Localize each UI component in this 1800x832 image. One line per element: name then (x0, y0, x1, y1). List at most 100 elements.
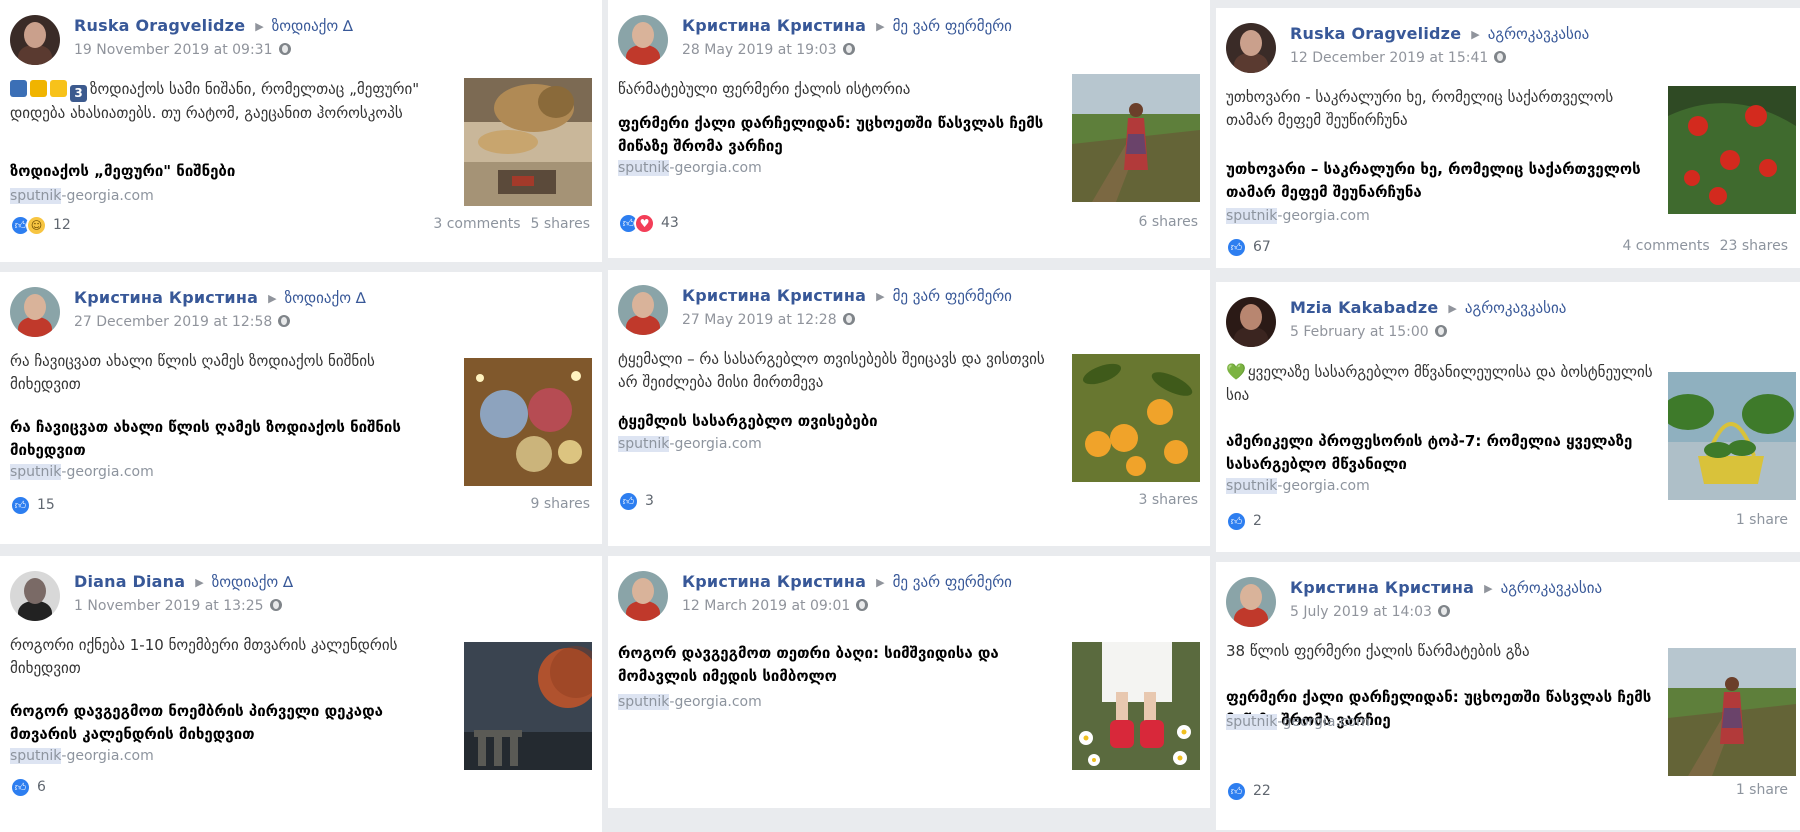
post-stats: 4 comments 23 shares (1622, 238, 1788, 254)
globe-icon (1434, 325, 1447, 337)
group-name-link[interactable]: მე ვარ ფერმერი (893, 17, 1012, 35)
link-headline[interactable]: ამერიკელი პროფესორის ტოპ-7: რომელია ყველ… (1226, 430, 1666, 476)
share-arrow-icon: ▶ (876, 576, 885, 589)
reactions-summary[interactable]: 👍︎ 22 (1226, 780, 1271, 802)
shares-count-link[interactable]: 6 shares (1139, 214, 1198, 230)
author-name-link[interactable]: Кристина Кристина (74, 288, 258, 307)
post-header: Кристина Кристина ▶ მე ვარ ფერმერი (682, 286, 1198, 310)
group-name-link[interactable]: ზოდიაქო ∆ (272, 17, 353, 35)
group-name-link[interactable]: აგროკავკასია (1501, 579, 1603, 597)
post-stats: 6 shares (1139, 214, 1198, 230)
reactions-summary[interactable]: 👍︎ 2 (1226, 510, 1262, 532)
reaction-count: 22 (1253, 783, 1271, 799)
author-name-link[interactable]: Mzia Kakabadze (1290, 298, 1438, 317)
avatar[interactable] (1226, 23, 1276, 73)
avatar[interactable] (1226, 297, 1276, 347)
author-name-link[interactable]: Кристина Кристина (682, 286, 866, 305)
reactions-summary[interactable]: 👍︎ 67 (1226, 236, 1271, 258)
comments-count-link[interactable]: 4 comments (1622, 238, 1709, 254)
comments-count-link[interactable]: 3 comments (433, 216, 520, 232)
avatar[interactable] (10, 15, 60, 65)
author-name-link[interactable]: Ruska Oragvelidze (1290, 24, 1461, 43)
reactions-summary[interactable]: 👍︎ ☺ 12 (10, 214, 71, 236)
link-headline[interactable]: ზოდიაქოს „მეფური" ნიშნები (10, 160, 450, 183)
post-text: უთხოვარი - საკრალური ხე, რომელიც საქართვ… (1226, 86, 1656, 132)
post-card: Mzia Kakabadze ▶ აგროკავკასია 5 February at… (1216, 282, 1800, 552)
red-sneakers-daisies-image (1072, 642, 1200, 770)
link-domain[interactable]: sputnik-georgia.com (1226, 478, 1370, 494)
link-headline[interactable]: ფერმერი ქალი დარჩელიდან: უცხოეთში წასვლა… (618, 112, 1058, 158)
link-headline[interactable]: როგორ დავგეგმოთ თეთრი ბაღი: სიმშვიდისა დ… (618, 642, 1058, 688)
link-thumbnail[interactable] (1668, 86, 1796, 214)
domain-highlight: sputnik (1226, 478, 1278, 494)
avatar[interactable] (10, 287, 60, 337)
domain-rest: -georgia.com (669, 694, 762, 710)
link-thumbnail[interactable] (1668, 648, 1796, 776)
domain-rest: -georgia.com (1277, 478, 1370, 494)
shares-count-link[interactable]: 1 share (1736, 512, 1788, 528)
group-name-link[interactable]: აგროკავკასია (1465, 299, 1567, 317)
link-domain[interactable]: sputnik-georgia.com (618, 694, 762, 710)
number-badge-icon: 3 (70, 85, 87, 102)
link-domain[interactable]: sputnik-georgia.com (10, 188, 154, 204)
crown-icon (30, 80, 47, 97)
link-thumbnail[interactable] (464, 78, 592, 206)
group-name-link[interactable]: ზოდიაქო ∆ (285, 289, 366, 307)
author-name-link[interactable]: Кристина Кристина (682, 572, 866, 591)
post-header: Mzia Kakabadze ▶ აგროკავკასია (1290, 298, 1788, 322)
author-name-link[interactable]: Кристина Кристина (682, 16, 866, 35)
shares-count-link[interactable]: 5 shares (531, 216, 590, 232)
avatar[interactable] (618, 571, 668, 621)
link-domain[interactable]: sputnik-georgia.com (618, 436, 762, 452)
link-thumbnail[interactable] (464, 642, 592, 770)
link-headline[interactable]: უთხოვარი – საკრალური ხე, რომელიც საქართვ… (1226, 158, 1666, 204)
author-name-link[interactable]: Diana Diana (74, 572, 185, 591)
author-name-link[interactable]: Ruska Oragvelidze (74, 16, 245, 35)
reactions-summary[interactable]: 👍︎ 6 (10, 776, 46, 798)
avatar[interactable] (1226, 577, 1276, 627)
group-name-link[interactable]: აგროკავკასია (1488, 25, 1590, 43)
reactions-summary[interactable]: 👍︎ 15 (10, 494, 55, 516)
shares-count-link[interactable]: 9 shares (531, 496, 590, 512)
shares-count-link[interactable]: 23 shares (1720, 238, 1788, 254)
post-timestamp[interactable]: 5 July 2019 at 14:03 (1290, 604, 1432, 620)
avatar-body (1234, 607, 1268, 627)
shares-count-link[interactable]: 3 shares (1139, 492, 1198, 508)
post-timestamp[interactable]: 1 November 2019 at 13:25 (74, 598, 264, 614)
avatar[interactable] (10, 571, 60, 621)
share-arrow-icon: ▶ (1448, 302, 1457, 315)
link-domain[interactable]: sputnik-georgia.com (618, 160, 762, 176)
reactions-summary[interactable]: 👍︎ ♥ 43 (618, 212, 679, 234)
group-name-link[interactable]: მე ვარ ფერმერი (893, 287, 1012, 305)
reactions-summary[interactable]: 👍︎ 3 (618, 490, 654, 512)
link-thumbnail[interactable] (464, 358, 592, 486)
avatar[interactable] (618, 15, 668, 65)
post-meta: 1 November 2019 at 13:25 (74, 598, 282, 616)
shares-count-link[interactable]: 1 share (1736, 782, 1788, 798)
post-timestamp[interactable]: 12 March 2019 at 09:01 (682, 598, 850, 614)
author-name-link[interactable]: Кристина Кристина (1290, 578, 1474, 597)
link-headline[interactable]: ტყემლის სასარგებლო თვისებები (618, 410, 1058, 433)
group-name-link[interactable]: ზოდიაქო ∆ (212, 573, 293, 591)
share-arrow-icon: ▶ (876, 290, 885, 303)
post-timestamp[interactable]: 27 December 2019 at 12:58 (74, 314, 272, 330)
link-domain[interactable]: sputnik-georgia.com (1226, 714, 1370, 730)
post-timestamp[interactable]: 28 May 2019 at 19:03 (682, 42, 837, 58)
share-arrow-icon: ▶ (255, 20, 264, 33)
link-headline[interactable]: რა ჩავიცვათ ახალი წლის ღამეს ზოდიაქოს ნი… (10, 416, 450, 462)
link-domain[interactable]: sputnik-georgia.com (10, 748, 154, 764)
link-thumbnail[interactable] (1072, 354, 1200, 482)
post-timestamp[interactable]: 5 February at 15:00 (1290, 324, 1429, 340)
group-name-link[interactable]: მე ვარ ფერმერი (893, 573, 1012, 591)
link-thumbnail[interactable] (1072, 642, 1200, 770)
post-timestamp[interactable]: 12 December 2019 at 15:41 (1290, 50, 1488, 66)
link-thumbnail[interactable] (1072, 74, 1200, 202)
link-domain[interactable]: sputnik-georgia.com (1226, 208, 1370, 224)
link-thumbnail[interactable] (1668, 372, 1796, 500)
link-domain[interactable]: sputnik-georgia.com (10, 464, 154, 480)
post-timestamp[interactable]: 27 May 2019 at 12:28 (682, 312, 837, 328)
avatar[interactable] (618, 285, 668, 335)
domain-rest: -georgia.com (61, 464, 154, 480)
link-headline[interactable]: როგორ დავგეგმოთ ნოემბრის პირველი დეკადა … (10, 700, 450, 746)
post-timestamp[interactable]: 19 November 2019 at 09:31 (74, 42, 273, 58)
